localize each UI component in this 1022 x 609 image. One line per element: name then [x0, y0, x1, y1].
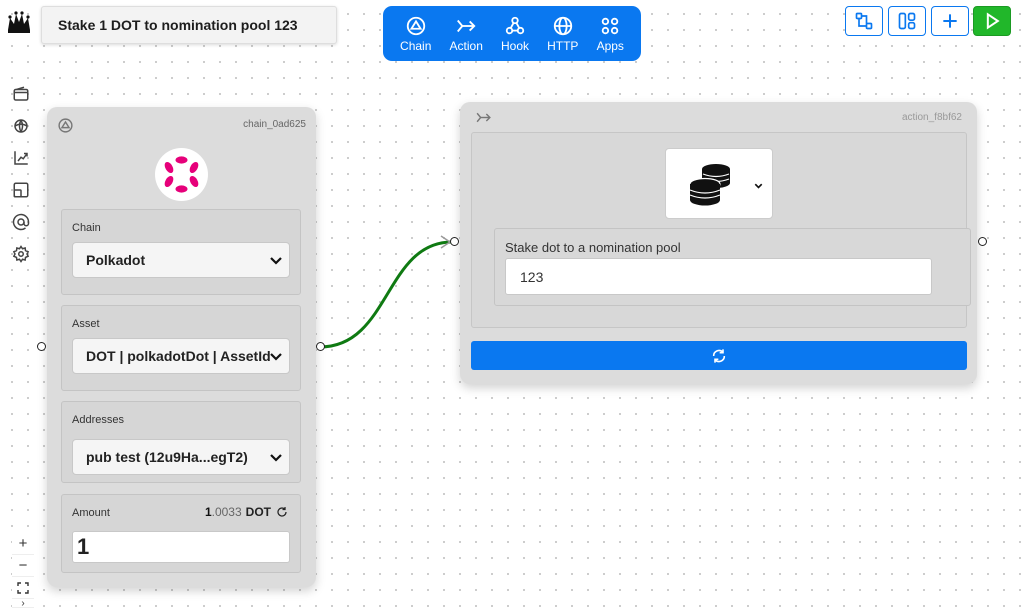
asset-select-value: DOT | polkadotDot | AssetId: [86, 348, 271, 364]
action-node-icon: [475, 109, 492, 126]
chain-node-icon: [57, 117, 74, 134]
polkadot-logo-icon: [155, 148, 208, 201]
refresh-icon: [712, 348, 726, 363]
edge-chain-to-action[interactable]: [319, 240, 453, 349]
chain-field: Chain Polkadot: [61, 209, 301, 295]
balance-integer: 1: [204, 505, 212, 519]
chain-node-input-handle[interactable]: [37, 342, 46, 351]
chain-node-id: chain_0ad625: [243, 119, 306, 130]
chevron-down-icon: [754, 183, 763, 189]
chain-node-output-handle[interactable]: [316, 342, 325, 351]
chain-select-value: Polkadot: [86, 252, 146, 268]
action-node-input-handle[interactable]: [450, 237, 459, 246]
amount-input[interactable]: 1: [72, 531, 290, 563]
addresses-select-value: pub test (12u9Ha...egT2): [86, 449, 248, 465]
chain-select[interactable]: Polkadot: [72, 242, 290, 278]
chevron-down-icon: [270, 353, 282, 361]
asset-label: Asset: [72, 318, 100, 330]
amount-label: Amount: [72, 507, 110, 519]
addresses-label: Addresses: [72, 414, 124, 426]
amount-balance: 1 .0033 DOT: [205, 505, 288, 519]
asset-select[interactable]: DOT | polkadotDot | AssetId: [72, 338, 290, 374]
pool-id-input[interactable]: 123: [505, 258, 932, 295]
chevron-down-icon: [270, 454, 282, 462]
asset-field: Asset DOT | polkadotDot | AssetId: [61, 305, 301, 391]
balance-decimal: .0033: [211, 505, 242, 519]
addresses-field: Addresses pub test (12u9Ha...egT2): [61, 401, 301, 483]
addresses-select[interactable]: pub test (12u9Ha...egT2): [72, 439, 290, 475]
chevron-down-icon: [270, 257, 282, 265]
refresh-action-button[interactable]: [471, 341, 967, 370]
amount-field: Amount 1 .0033 DOT 1: [61, 494, 301, 573]
coins-stack-icon: [689, 164, 730, 206]
balance-unit: DOT: [245, 505, 271, 519]
action-node-output-handle[interactable]: [978, 237, 987, 246]
action-node-id: action_f8bf62: [901, 112, 962, 123]
app-select[interactable]: [665, 148, 773, 219]
amount-input-value: 1: [77, 534, 90, 559]
pool-id-input-value: 123: [520, 268, 544, 285]
stake-param-label: Stake dot to a nomination pool: [505, 240, 681, 255]
chain-label: Chain: [72, 222, 101, 234]
refresh-balance-icon[interactable]: [276, 506, 288, 518]
